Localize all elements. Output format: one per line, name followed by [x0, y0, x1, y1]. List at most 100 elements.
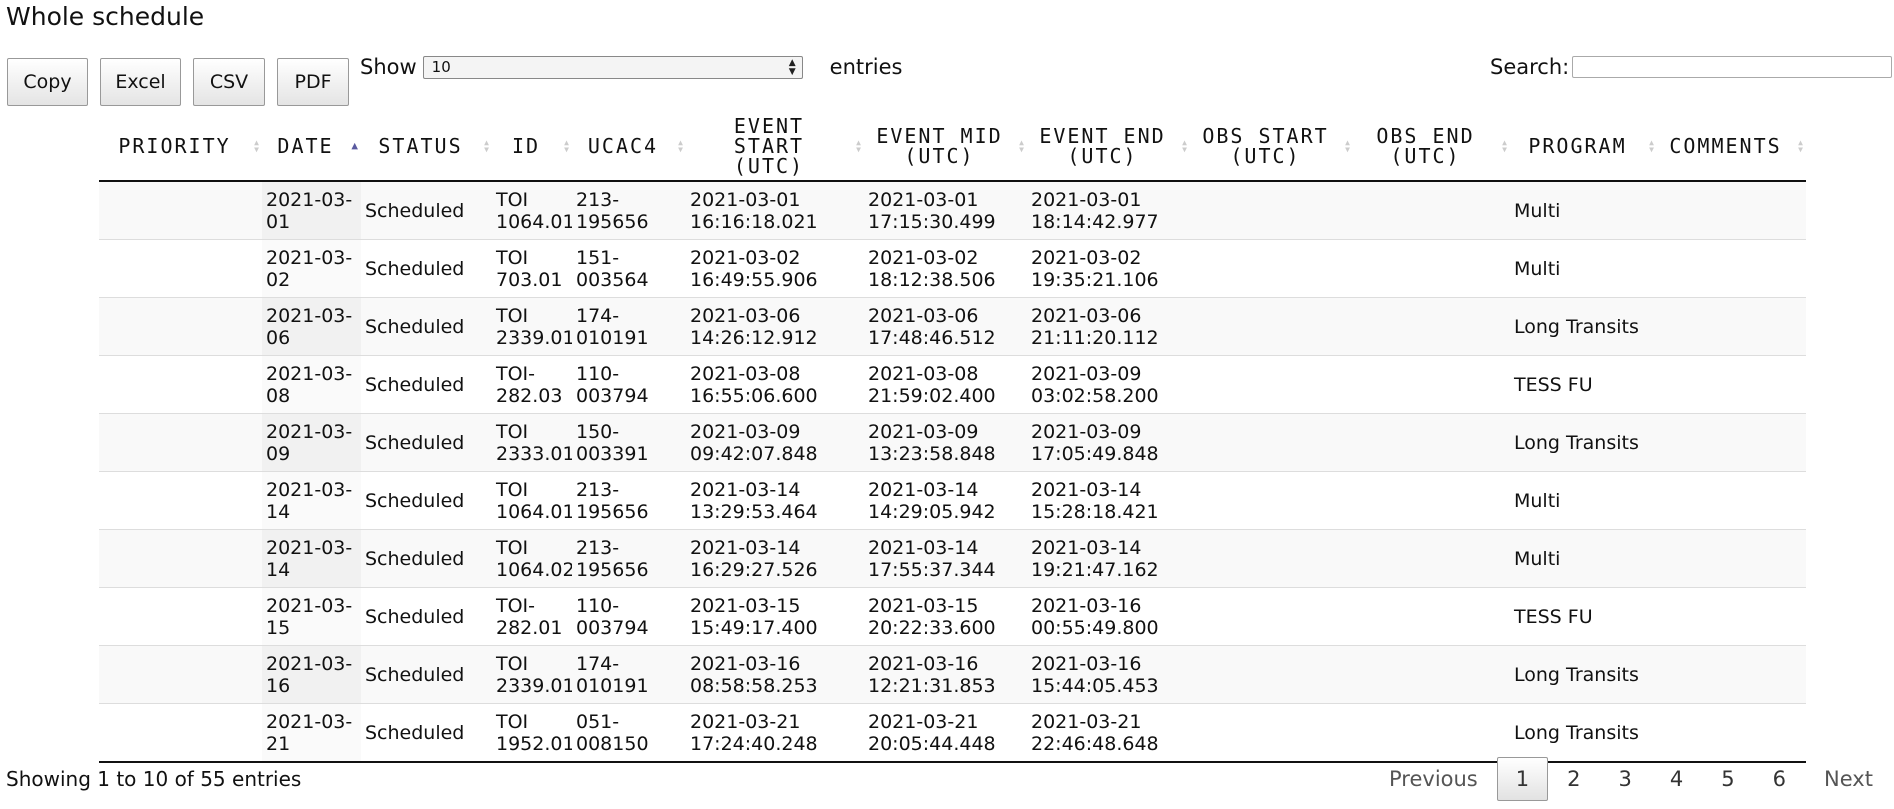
column-header-status[interactable]: STATUS ▲ ▼ [361, 112, 492, 182]
table-body: 2021-03-01 Scheduled TOI 1064.01 213-195656… [99, 181, 1806, 763]
cell-id: TOI 1064.01 [492, 181, 572, 240]
cell-priority [99, 181, 262, 240]
cell-priority [99, 355, 262, 414]
sort-both-icon: ▲ ▼ [1345, 138, 1350, 154]
cell-event-mid: 2021-03-02 18:12:38.506 [864, 239, 1027, 298]
page-length-value: 10 [431, 58, 451, 76]
sort-both-icon: ▲ ▼ [564, 138, 569, 154]
copy-button[interactable]: Copy [7, 58, 88, 106]
column-header-label: UCAC4 [587, 134, 659, 158]
cell-event-start: 2021-03-15 15:49:17.400 [686, 587, 864, 646]
cell-ucac4: 151-003564 [572, 239, 686, 298]
sort-both-icon: ▲ ▼ [678, 138, 683, 154]
cell-obs-end [1353, 181, 1510, 240]
cell-program: Long Transits [1510, 297, 1657, 356]
cell-comments [1657, 413, 1806, 472]
column-header-event-start[interactable]: EVENT START (UTC) ▲ ▼ [686, 112, 864, 182]
export-buttons: Copy Excel CSV PDF [7, 58, 361, 106]
column-header-ucac4[interactable]: UCAC4 ▲ ▼ [572, 112, 686, 182]
entries-label: entries [829, 55, 903, 79]
cell-date: 2021-03-09 [262, 413, 361, 472]
column-header-label: STATUS [378, 134, 463, 158]
search-input[interactable] [1572, 56, 1893, 78]
cell-priority [99, 529, 262, 588]
next-button[interactable]: Next [1805, 757, 1892, 801]
column-header-program[interactable]: PROGRAM ▲ ▼ [1510, 112, 1657, 182]
cell-event-mid: 2021-03-14 17:55:37.344 [864, 529, 1027, 588]
cell-event-end: 2021-03-16 00:55:49.800 [1027, 587, 1190, 646]
column-header-comments[interactable]: COMMENTS ▲ ▼ [1657, 112, 1806, 182]
column-header-label: PROGRAM [1528, 134, 1627, 158]
excel-button[interactable]: Excel [100, 58, 181, 106]
cell-comments [1657, 181, 1806, 240]
cell-comments [1657, 355, 1806, 414]
cell-obs-start [1190, 239, 1353, 298]
table-info: Showing 1 to 10 of 55 entries [6, 767, 302, 791]
cell-event-mid: 2021-03-14 14:29:05.942 [864, 471, 1027, 530]
column-header-label: OBS START (UTC) [1202, 124, 1329, 168]
sort-both-icon: ▲ ▼ [856, 138, 861, 154]
cell-event-start: 2021-03-08 16:55:06.600 [686, 355, 864, 414]
previous-button[interactable]: Previous [1370, 757, 1497, 801]
cell-date: 2021-03-02 [262, 239, 361, 298]
cell-comments [1657, 239, 1806, 298]
cell-obs-end [1353, 239, 1510, 298]
page-button-3[interactable]: 3 [1600, 757, 1651, 801]
column-header-label: COMMENTS [1669, 134, 1782, 158]
cell-ucac4: 110-003794 [572, 355, 686, 414]
cell-priority [99, 297, 262, 356]
cell-obs-end [1353, 297, 1510, 356]
cell-program: Multi [1510, 471, 1657, 530]
column-header-id[interactable]: ID ▲ ▼ [492, 112, 572, 182]
page-button-1[interactable]: 1 [1496, 757, 1549, 801]
cell-date: 2021-03-01 [262, 181, 361, 240]
column-header-event-mid[interactable]: EVENT MID (UTC) ▲ ▼ [864, 112, 1027, 182]
cell-obs-end [1353, 529, 1510, 588]
column-header-obs-end[interactable]: OBS END (UTC) ▲ ▼ [1353, 112, 1510, 182]
cell-id: TOI 2339.01 [492, 645, 572, 704]
page-length-select[interactable]: 10 ▲ ▼ [422, 55, 803, 79]
cell-event-start: 2021-03-02 16:49:55.906 [686, 239, 864, 298]
cell-priority [99, 587, 262, 646]
column-header-date[interactable]: DATE ▲ [262, 112, 361, 182]
select-arrows-icon: ▲ ▼ [788, 57, 796, 77]
cell-program: TESS FU [1510, 355, 1657, 414]
cell-date: 2021-03-08 [262, 355, 361, 414]
column-header-event-end[interactable]: EVENT END (UTC) ▲ ▼ [1027, 112, 1190, 182]
cell-program: Long Transits [1510, 413, 1657, 472]
column-header-obs-start[interactable]: OBS START (UTC) ▲ ▼ [1190, 112, 1353, 182]
cell-priority [99, 413, 262, 472]
cell-id: TOI-282.01 [492, 587, 572, 646]
page-button-6[interactable]: 6 [1754, 757, 1805, 801]
column-header-priority[interactable]: PRIORITY ▲ ▼ [99, 112, 262, 182]
schedule-table: PRIORITY ▲ ▼ DATE ▲ STATUS ▲ ▼ ID ▲ ▼ UCAC4 ▲ ▼ EVENT … [99, 112, 1806, 763]
sort-both-icon: ▲ ▼ [1798, 138, 1803, 154]
cell-id: TOI 1064.01 [492, 471, 572, 530]
cell-status: Scheduled [361, 645, 492, 704]
table-row: 2021-03-06 Scheduled TOI 2339.01 174-010191… [99, 297, 1806, 356]
cell-event-end: 2021-03-14 19:21:47.162 [1027, 529, 1190, 588]
cell-ucac4: 174-010191 [572, 297, 686, 356]
page-button-2[interactable]: 2 [1548, 757, 1599, 801]
cell-program: Long Transits [1510, 645, 1657, 704]
page-button-4[interactable]: 4 [1651, 757, 1702, 801]
cell-event-start: 2021-03-01 16:16:18.021 [686, 181, 864, 240]
cell-event-start: 2021-03-14 13:29:53.464 [686, 471, 864, 530]
pdf-button[interactable]: PDF [277, 58, 349, 106]
cell-comments [1657, 645, 1806, 704]
sort-both-icon: ▲ ▼ [1502, 138, 1507, 154]
table-row: 2021-03-21 Scheduled TOI 1952.01 051-008150… [99, 703, 1806, 763]
cell-event-end: 2021-03-09 03:02:58.200 [1027, 355, 1190, 414]
table-row: 2021-03-08 Scheduled TOI-282.03 110-003794 2… [99, 355, 1806, 414]
cell-ucac4: 110-003794 [572, 587, 686, 646]
csv-button[interactable]: CSV [193, 58, 265, 106]
page-button-5[interactable]: 5 [1702, 757, 1753, 801]
cell-ucac4: 213-195656 [572, 181, 686, 240]
cell-date: 2021-03-15 [262, 587, 361, 646]
table-row: 2021-03-02 Scheduled TOI 703.01 151-003564 2… [99, 239, 1806, 298]
cell-status: Scheduled [361, 355, 492, 414]
cell-obs-end [1353, 587, 1510, 646]
cell-event-end: 2021-03-16 15:44:05.453 [1027, 645, 1190, 704]
cell-event-mid: 2021-03-16 12:21:31.853 [864, 645, 1027, 704]
table-row: 2021-03-14 Scheduled TOI 1064.02 213-195656… [99, 529, 1806, 588]
